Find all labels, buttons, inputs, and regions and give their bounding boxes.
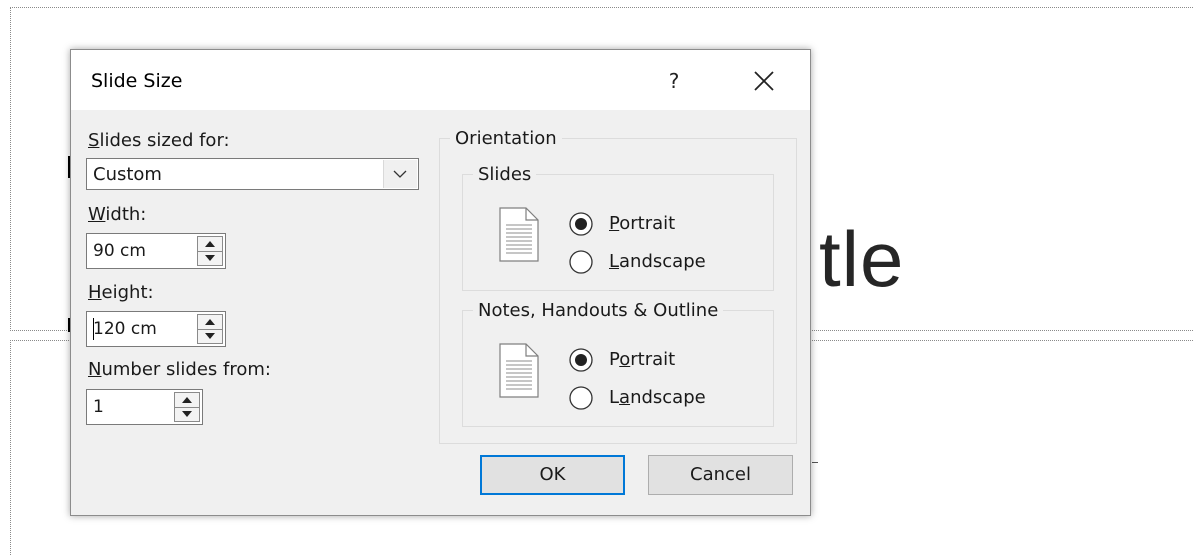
ok-button[interactable]: OK (480, 455, 625, 495)
slide-size-dialog: Slide Size ? Slides sized for: Custom Wi… (70, 49, 811, 516)
close-icon (754, 71, 774, 91)
dialog-titlebar: Slide Size ? (71, 50, 810, 110)
notes-portrait-radio[interactable] (568, 347, 594, 373)
slides-sized-for-select[interactable]: Custom (86, 158, 419, 190)
placeholder-handle (812, 462, 818, 463)
radio-unchecked-icon (569, 250, 593, 274)
triangle-up-icon (205, 241, 215, 247)
width-decrement-button[interactable] (198, 251, 222, 265)
number-slides-from-value: 1 (93, 397, 104, 417)
triangle-down-icon (205, 255, 215, 261)
radio-checked-icon (569, 212, 593, 236)
number-increment-button[interactable] (175, 393, 199, 408)
slide-canvas: tle Slide Size ? Slides sized for: Custo… (0, 0, 1193, 556)
height-increment-button[interactable] (198, 315, 222, 330)
portrait-page-icon (499, 343, 539, 398)
slides-sized-for-label: Slides sized for: (88, 130, 230, 151)
height-decrement-button[interactable] (198, 329, 222, 343)
width-stepper[interactable]: 90 cm (86, 233, 226, 269)
number-spin-buttons (174, 392, 200, 422)
height-value: 120 cm (93, 319, 157, 339)
notes-landscape-radio[interactable] (568, 385, 594, 411)
radio-checked-icon (569, 348, 593, 372)
orientation-label: Orientation (455, 128, 557, 149)
triangle-down-icon (205, 333, 215, 339)
slides-group-label: Slides (478, 164, 532, 185)
close-button[interactable] (744, 62, 784, 100)
triangle-down-icon (182, 411, 192, 417)
portrait-page-icon (499, 207, 539, 262)
slides-landscape-label[interactable]: Landscape (609, 251, 706, 272)
notes-portrait-label[interactable]: Portrait (609, 349, 675, 370)
radio-unchecked-icon (569, 386, 593, 410)
number-decrement-button[interactable] (175, 407, 199, 421)
slides-portrait-radio[interactable] (568, 211, 594, 237)
height-label: Height: (88, 282, 154, 303)
number-slides-from-label: Number slides from: (88, 359, 271, 380)
dropdown-button[interactable] (383, 160, 417, 188)
triangle-up-icon (205, 319, 215, 325)
slides-portrait-label[interactable]: Portrait (609, 213, 675, 234)
height-spin-buttons (197, 314, 223, 344)
help-button[interactable]: ? (654, 64, 694, 98)
notes-landscape-label[interactable]: Landscape (609, 387, 706, 408)
width-label: Width: (88, 204, 147, 225)
width-increment-button[interactable] (198, 237, 222, 252)
slide-title-text: tle (819, 215, 905, 303)
slides-sized-for-value: Custom (93, 164, 162, 185)
dialog-title: Slide Size (91, 70, 183, 92)
height-stepper[interactable]: 120 cm (86, 311, 226, 347)
width-spin-buttons (197, 236, 223, 266)
slides-landscape-radio[interactable] (568, 249, 594, 275)
number-slides-from-stepper[interactable]: 1 (86, 389, 203, 425)
width-value: 90 cm (93, 241, 146, 261)
cancel-button[interactable]: Cancel (648, 455, 793, 495)
notes-group-label: Notes, Handouts & Outline (478, 300, 719, 321)
triangle-up-icon (182, 397, 192, 403)
chevron-down-icon (393, 170, 407, 178)
